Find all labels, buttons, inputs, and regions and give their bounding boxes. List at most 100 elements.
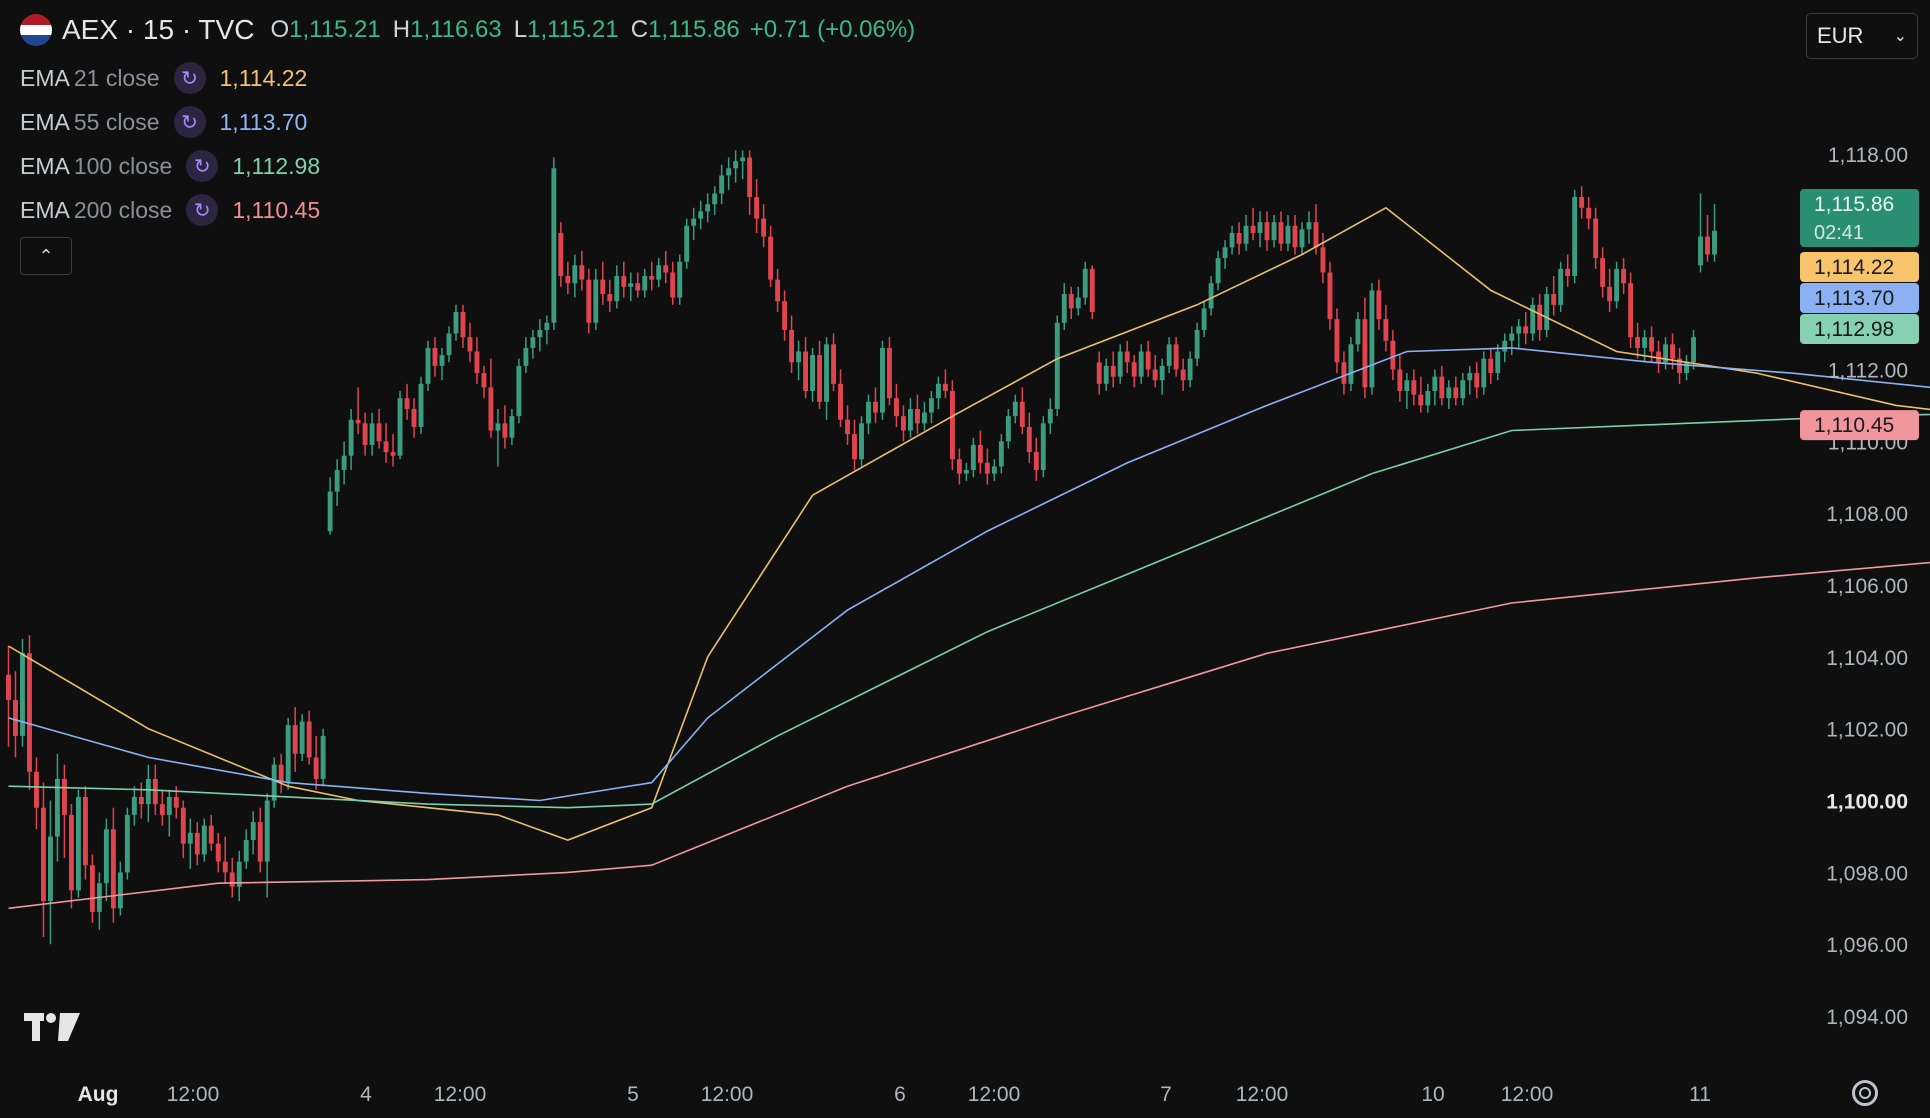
candle-body xyxy=(1152,369,1158,381)
candle-body xyxy=(761,218,767,237)
candle xyxy=(1187,351,1193,388)
candle-body xyxy=(1544,294,1550,330)
candle xyxy=(1103,358,1109,392)
candle-body xyxy=(1383,319,1389,341)
candle-body xyxy=(1299,229,1305,248)
refresh-icon[interactable]: ↻ xyxy=(173,62,206,94)
candle-body xyxy=(341,455,347,471)
candle xyxy=(1376,279,1382,330)
candle-body xyxy=(1572,197,1578,277)
candle-body xyxy=(1516,326,1522,334)
candle xyxy=(942,369,948,399)
candle xyxy=(82,786,88,880)
refresh-icon[interactable]: ↻ xyxy=(186,150,219,182)
candle-body xyxy=(1404,380,1410,392)
time-tick-label: 6 xyxy=(894,1083,906,1106)
candle-body xyxy=(1257,222,1263,233)
candle-body xyxy=(852,434,857,460)
indicator-value: 1,114.22 xyxy=(219,64,308,91)
candle xyxy=(1411,369,1417,406)
collapse-legend-button[interactable]: ⌃ xyxy=(20,237,72,275)
candle xyxy=(754,179,760,233)
symbol-legend[interactable]: AEX · 15 · TVC O 1,115.21 H 1,116.63 L 1… xyxy=(20,14,925,46)
candle xyxy=(138,782,144,819)
candle xyxy=(1152,355,1158,388)
indicator-ema-200[interactable]: EMA 200 close ↻ 1,110.45 xyxy=(20,194,320,226)
candle-body xyxy=(1397,369,1403,392)
candle xyxy=(201,818,207,862)
candle-body xyxy=(103,829,109,884)
candle xyxy=(894,383,899,427)
candle xyxy=(1229,225,1235,255)
open-value: 1,115.21 xyxy=(289,16,381,43)
candle-body xyxy=(642,276,648,291)
indicator-ema-55[interactable]: EMA 55 close ↻ 1,113.70 xyxy=(20,106,307,138)
candle xyxy=(1698,193,1703,273)
currency-select[interactable]: EUR ⌄ xyxy=(1806,13,1918,59)
candle-body xyxy=(607,294,613,302)
candle xyxy=(1656,340,1662,374)
candle-body xyxy=(334,470,340,492)
tradingview-logo-icon[interactable] xyxy=(24,1010,80,1052)
candle xyxy=(1124,340,1130,374)
candle-body xyxy=(1068,294,1074,309)
candle xyxy=(1460,373,1466,406)
candle-body xyxy=(383,441,389,453)
candle xyxy=(159,789,165,826)
candle xyxy=(1684,355,1689,381)
time-axis[interactable]: Aug 12:00 4 12:00 5 12:00 6 12:00 7 12:00 10 12:00 1… xyxy=(78,1083,1711,1106)
candle xyxy=(1054,315,1060,417)
candle xyxy=(733,150,739,183)
candle xyxy=(649,261,655,291)
candle-body xyxy=(187,832,193,844)
indicator-ema-100[interactable]: EMA 100 close ↻ 1,112.98 xyxy=(20,150,320,182)
indicator-ema-21[interactable]: EMA 21 close ↻ 1,114.22 xyxy=(20,62,307,94)
candle xyxy=(949,380,955,471)
settings-icon[interactable] xyxy=(1852,1080,1878,1106)
candle xyxy=(1579,186,1585,219)
candle-body xyxy=(1586,207,1592,219)
candle-body xyxy=(970,444,976,471)
candle xyxy=(34,757,39,830)
candle xyxy=(194,822,200,866)
candle-body xyxy=(41,807,46,902)
time-tick-label: 4 xyxy=(360,1083,372,1106)
candle xyxy=(1425,383,1431,413)
candle xyxy=(544,315,550,345)
refresh-icon[interactable]: ↻ xyxy=(173,106,206,138)
candle-body xyxy=(1691,337,1696,363)
candle-body xyxy=(523,347,529,366)
candle-body xyxy=(1425,391,1431,406)
candle xyxy=(1131,355,1137,388)
candle xyxy=(977,430,983,474)
candle-body xyxy=(1124,351,1130,363)
candle-body xyxy=(138,796,144,805)
candle-body xyxy=(873,401,878,413)
price-label-countdown: 02:41 xyxy=(1814,222,1864,244)
candle xyxy=(369,412,375,456)
candle-body xyxy=(1614,268,1620,302)
currency-label: EUR xyxy=(1817,23,1864,48)
candle xyxy=(145,764,151,823)
candle-body xyxy=(124,814,130,873)
candle xyxy=(341,441,347,485)
candle-body xyxy=(1075,297,1081,309)
refresh-icon[interactable]: ↻ xyxy=(186,194,219,226)
candle-body xyxy=(1194,329,1200,359)
candle xyxy=(1082,261,1088,305)
candle xyxy=(1607,268,1613,312)
candle xyxy=(1159,358,1165,395)
candle-body xyxy=(278,764,284,783)
candle xyxy=(117,861,123,916)
candle xyxy=(1271,214,1277,248)
candle-body xyxy=(516,365,522,417)
candle xyxy=(6,646,11,747)
candle-body xyxy=(411,408,417,427)
candle xyxy=(131,786,137,826)
candle-body xyxy=(907,408,913,431)
candle xyxy=(1348,337,1354,392)
candle-body xyxy=(474,351,480,374)
chevron-down-icon: ⌄ xyxy=(1893,28,1907,45)
candle-body xyxy=(488,387,494,431)
candle xyxy=(824,337,829,420)
